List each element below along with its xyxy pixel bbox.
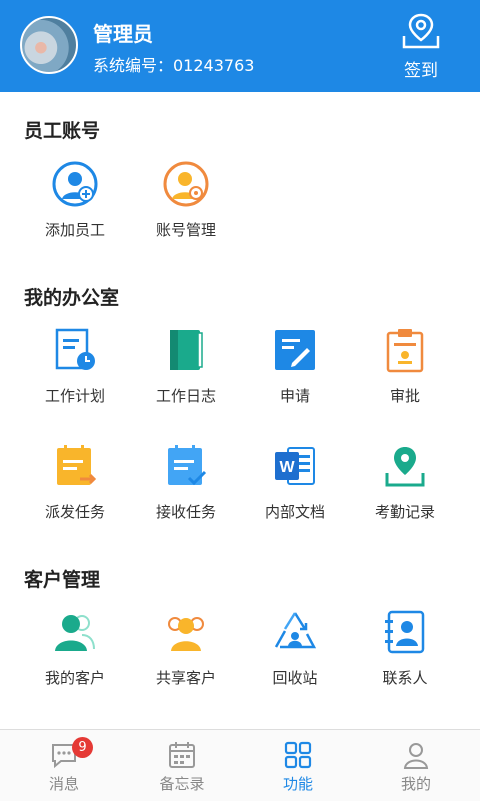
tab-memo[interactable]: 备忘录 bbox=[122, 730, 242, 801]
account-management-label: 账号管理 bbox=[155, 221, 216, 239]
bottom-tab-bar: 9 消息 备忘录 功能 我的 bbox=[0, 729, 480, 801]
internal-docs-label: 内部文档 bbox=[264, 503, 325, 521]
apply-label: 申请 bbox=[279, 387, 310, 405]
attendance-button[interactable]: 考勤记录 bbox=[350, 443, 460, 522]
shared-customers-button[interactable]: 共享客户 bbox=[131, 609, 241, 688]
dispatch-task-button[interactable]: 派发任务 bbox=[20, 443, 130, 522]
account-settings-icon bbox=[163, 161, 209, 207]
add-staff-label: 添加员工 bbox=[44, 221, 105, 239]
approve-icon bbox=[386, 329, 424, 373]
my-customers-icon bbox=[55, 615, 95, 651]
dispatch-task-icon bbox=[57, 445, 97, 485]
user-name: 管理员 bbox=[93, 22, 153, 46]
system-id: 系统编号：01243763 bbox=[93, 56, 255, 75]
unread-badge: 9 bbox=[72, 737, 93, 758]
attendance-icon bbox=[385, 447, 425, 487]
recycle-bin-label: 回收站 bbox=[272, 669, 318, 687]
my-customers-button[interactable]: 我的客户 bbox=[20, 609, 130, 688]
tab-functions-label: 功能 bbox=[282, 775, 313, 793]
approve-button[interactable]: 审批 bbox=[350, 327, 460, 406]
work-log-button[interactable]: 工作日志 bbox=[131, 327, 241, 406]
work-plan-button[interactable]: 工作计划 bbox=[20, 327, 130, 406]
receive-task-icon bbox=[168, 445, 207, 486]
checkin-label: 签到 bbox=[404, 61, 438, 81]
avatar[interactable] bbox=[20, 16, 78, 74]
approve-label: 审批 bbox=[389, 387, 420, 405]
work-log-label: 工作日志 bbox=[155, 387, 216, 405]
receive-task-label: 接收任务 bbox=[155, 503, 216, 521]
tab-messages-label: 消息 bbox=[48, 775, 79, 793]
section-title-staff: 员工账号 bbox=[24, 120, 101, 142]
apply-icon bbox=[275, 330, 315, 370]
shared-customers-icon bbox=[168, 617, 204, 651]
account-management-button[interactable]: 账号管理 bbox=[131, 161, 241, 240]
section-title-customers: 客户管理 bbox=[24, 569, 101, 591]
calendar-icon bbox=[169, 742, 195, 768]
tab-memo-label: 备忘录 bbox=[159, 775, 205, 793]
work-plan-icon bbox=[55, 328, 95, 370]
tab-messages[interactable]: 9 消息 bbox=[4, 730, 124, 801]
tab-mine-label: 我的 bbox=[400, 775, 431, 793]
contacts-icon bbox=[385, 610, 425, 654]
work-plan-label: 工作计划 bbox=[44, 387, 105, 405]
location-pin-icon bbox=[402, 13, 440, 49]
add-staff-button[interactable]: 添加员工 bbox=[20, 161, 130, 240]
apply-button[interactable]: 申请 bbox=[240, 327, 350, 406]
recycle-bin-icon bbox=[274, 612, 317, 649]
tab-mine[interactable]: 我的 bbox=[356, 730, 476, 801]
dispatch-task-label: 派发任务 bbox=[44, 503, 105, 521]
shared-customers-label: 共享客户 bbox=[155, 669, 216, 687]
section-title-office: 我的办公室 bbox=[24, 287, 120, 309]
user-profile-icon bbox=[403, 743, 429, 769]
internal-docs-button[interactable]: W 内部文档 bbox=[240, 443, 350, 522]
grid-apps-icon bbox=[284, 741, 312, 769]
work-log-icon bbox=[170, 330, 203, 370]
contacts-button[interactable]: 联系人 bbox=[350, 609, 460, 688]
svg-text:W: W bbox=[279, 459, 295, 476]
my-customers-label: 我的客户 bbox=[44, 669, 105, 687]
recycle-bin-button[interactable]: 回收站 bbox=[240, 609, 350, 688]
profile-header: 管理员 系统编号：01243763 签到 bbox=[0, 0, 480, 92]
attendance-label: 考勤记录 bbox=[374, 503, 435, 521]
add-staff-icon bbox=[52, 161, 98, 207]
word-doc-icon: W bbox=[275, 447, 315, 485]
checkin-button[interactable]: 签到 bbox=[398, 12, 444, 82]
tab-functions[interactable]: 功能 bbox=[238, 730, 358, 801]
contacts-label: 联系人 bbox=[382, 669, 428, 687]
receive-task-button[interactable]: 接收任务 bbox=[131, 443, 241, 522]
